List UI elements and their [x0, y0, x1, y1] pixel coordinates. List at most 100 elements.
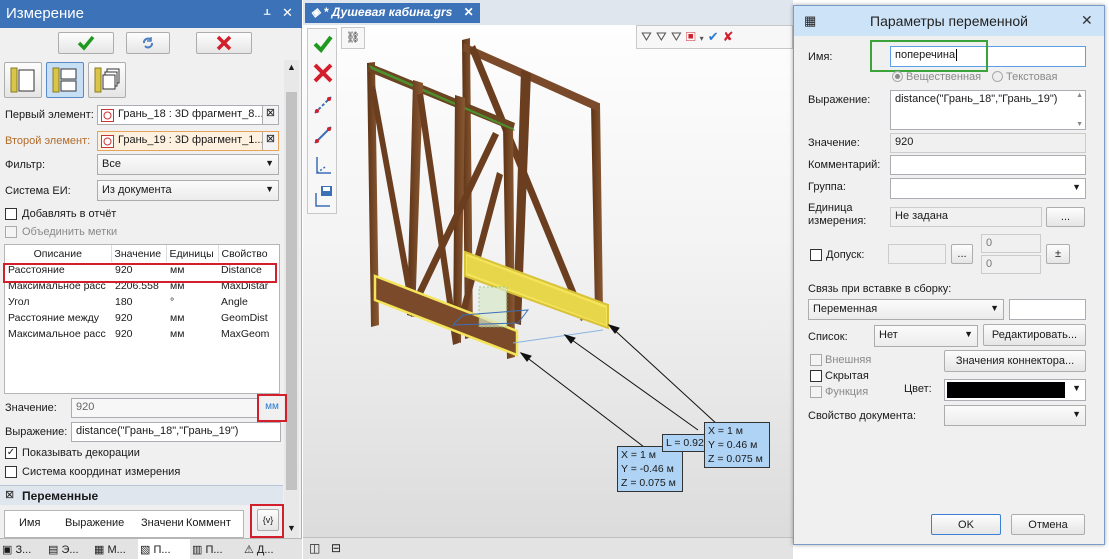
tab-bottom-4[interactable]: ▧ П...: [138, 539, 190, 559]
group-select[interactable]: ▼: [890, 178, 1086, 199]
var-col-header[interactable]: Коммент: [186, 517, 231, 529]
doc-property-label: Свойство документа:: [808, 410, 917, 422]
hidden-checkbox[interactable]: [810, 370, 822, 382]
dialog-close-icon[interactable]: ✕: [1081, 12, 1093, 29]
first-element-field[interactable]: Грань_18 : 3D фрагмент_8... ⊠: [97, 105, 279, 125]
document-tab[interactable]: ◈ * Душевая кабина.grs ✕: [305, 3, 480, 23]
color-select[interactable]: ▼: [944, 379, 1086, 401]
comment-input[interactable]: [890, 155, 1086, 175]
unit-system-value: Из документа: [102, 184, 172, 196]
document-icon: ◈: [311, 5, 324, 19]
scroll-down-icon[interactable]: ▼: [1076, 121, 1083, 128]
clear-first-icon[interactable]: ⊠: [262, 106, 278, 124]
tab-label: М...: [107, 544, 126, 556]
bottom-tab-bar: ▣ З... ▤ Э... ▦ М... ▧ П... ▥ П... ⚠ Д..…: [0, 538, 302, 559]
scroll-down-icon[interactable]: ▼: [287, 523, 296, 533]
tolerance-checkbox[interactable]: [810, 249, 822, 261]
external-label: Внешняя: [825, 354, 872, 366]
add-report-label: Добавлять в отчёт: [22, 208, 117, 220]
scrollbar-thumb[interactable]: [286, 92, 297, 490]
refresh-button[interactable]: [126, 32, 170, 54]
scroll-up-icon[interactable]: ▲: [1076, 92, 1083, 99]
panel-scrollbar[interactable]: ▲ ▼: [284, 60, 299, 538]
tolerance-ellipsis-button[interactable]: ...: [951, 244, 973, 264]
ok-button[interactable]: OK: [931, 514, 1001, 535]
variables-header[interactable]: ⊠ Переменные: [0, 485, 283, 505]
tab-bottom-2[interactable]: ▤ Э...: [46, 539, 92, 559]
value-field[interactable]: 920: [71, 398, 259, 418]
tooltip-point-2: X = 1 м Y = 0.46 м Z = 0.075 м: [704, 422, 770, 468]
edit-list-button[interactable]: Редактировать...: [983, 324, 1086, 346]
tolerance-base-field: [888, 244, 946, 264]
cell: Максимальное расс: [8, 328, 106, 340]
tab-bottom-3[interactable]: ▦ М...: [92, 539, 138, 559]
var-col-header[interactable]: Выражение: [65, 517, 124, 529]
tab-close-icon[interactable]: ✕: [464, 5, 474, 19]
3d-model-view[interactable]: [303, 25, 793, 559]
col-header[interactable]: Единицы: [166, 245, 219, 262]
collapse-icon[interactable]: ⊠: [5, 488, 14, 501]
split-horizontal-icon[interactable]: ⊟: [331, 541, 341, 555]
highlight-name: [870, 40, 988, 72]
cell: 920: [115, 312, 133, 324]
add-report-checkbox[interactable]: [5, 208, 17, 220]
table-row[interactable]: Расстояние между 920 мм GeomDist: [5, 310, 279, 326]
panel-close-icon[interactable]: ✕: [282, 5, 293, 21]
cancel-dialog-button[interactable]: Отмена: [1011, 514, 1085, 535]
type-real-label: Вещественная: [906, 71, 982, 83]
value-label: Значение:: [808, 137, 860, 149]
mode-multi-button[interactable]: [88, 62, 126, 98]
cell: Расстояние между: [8, 312, 99, 324]
hidden-label: Скрытая: [825, 370, 869, 382]
tab-bottom-6[interactable]: ⚠ Д...: [242, 539, 298, 559]
pin-icon[interactable]: ᚆ: [264, 6, 270, 22]
table-row[interactable]: Максимальное расс 920 мм MaxGeom: [5, 326, 279, 342]
type-text-radio[interactable]: [992, 71, 1003, 82]
var-col-header[interactable]: Имя: [19, 517, 40, 529]
unit-label: Единица измерения:: [808, 202, 867, 227]
coord-system-label: Система координат измерения: [22, 466, 181, 478]
col-header[interactable]: Свойство: [218, 245, 279, 262]
second-element-field[interactable]: Грань_19 : 3D фрагмент_1... ⊠: [97, 131, 279, 151]
mode-double-button[interactable]: [46, 62, 84, 98]
col-header[interactable]: Значение: [111, 245, 167, 262]
plus-minus-button[interactable]: ±: [1046, 244, 1070, 264]
scroll-up-icon[interactable]: ▲: [287, 62, 296, 72]
cell: °: [170, 296, 175, 308]
first-element-label: Первый элемент:: [5, 109, 94, 121]
chevron-down-icon: ▼: [990, 303, 999, 313]
external-checkbox[interactable]: [810, 354, 822, 366]
col-header[interactable]: Описание: [5, 245, 112, 262]
doc-property-select[interactable]: ▼: [944, 405, 1086, 426]
list-select[interactable]: Нет ▼: [874, 325, 978, 347]
unit-ellipsis-button[interactable]: ...: [1046, 207, 1085, 227]
function-checkbox[interactable]: [810, 386, 822, 398]
coord-system-checkbox[interactable]: [5, 466, 17, 478]
tolerance-upper-field: 0: [981, 234, 1041, 253]
type-real-radio[interactable]: [892, 71, 903, 82]
unit-system-label: Система ЕИ:: [5, 185, 71, 197]
variable-params-dialog: ▦ Параметры переменной ✕ Имя: поперечина…: [793, 5, 1105, 545]
tab-label: З...: [15, 544, 32, 556]
document-tab-title: * Душевая кабина.grs: [323, 5, 453, 19]
cell: MaxGeom: [221, 328, 270, 340]
unit-system-select[interactable]: Из документа ▼: [97, 180, 279, 201]
cell: мм: [170, 312, 185, 324]
merge-marks-checkbox[interactable]: [5, 226, 17, 238]
show-decorations-checkbox[interactable]: ✓: [5, 447, 17, 459]
tab-bottom-1[interactable]: ▣ З...: [0, 539, 46, 559]
connector-values-button[interactable]: Значения коннектора...: [944, 350, 1086, 372]
expression-field[interactable]: distance("Грань_18","Грань_19"): [71, 422, 281, 442]
var-col-header[interactable]: Значени: [141, 517, 184, 529]
mode-single-button[interactable]: [4, 62, 42, 98]
split-view-icon[interactable]: ◫: [309, 541, 320, 555]
link-select[interactable]: Переменная ▼: [808, 299, 1004, 320]
expression-input[interactable]: distance("Грань_18","Грань_19") ▲ ▼: [890, 90, 1086, 130]
cancel-button[interactable]: [196, 32, 252, 54]
filter-select[interactable]: Все ▼: [97, 154, 279, 175]
tab-bottom-5[interactable]: ▥ П...: [190, 539, 242, 559]
apply-button[interactable]: [58, 32, 114, 54]
link-extra-input[interactable]: [1009, 299, 1086, 320]
table-row[interactable]: Угол 180 ° Angle: [5, 294, 279, 310]
clear-second-icon[interactable]: ⊠: [262, 132, 278, 150]
